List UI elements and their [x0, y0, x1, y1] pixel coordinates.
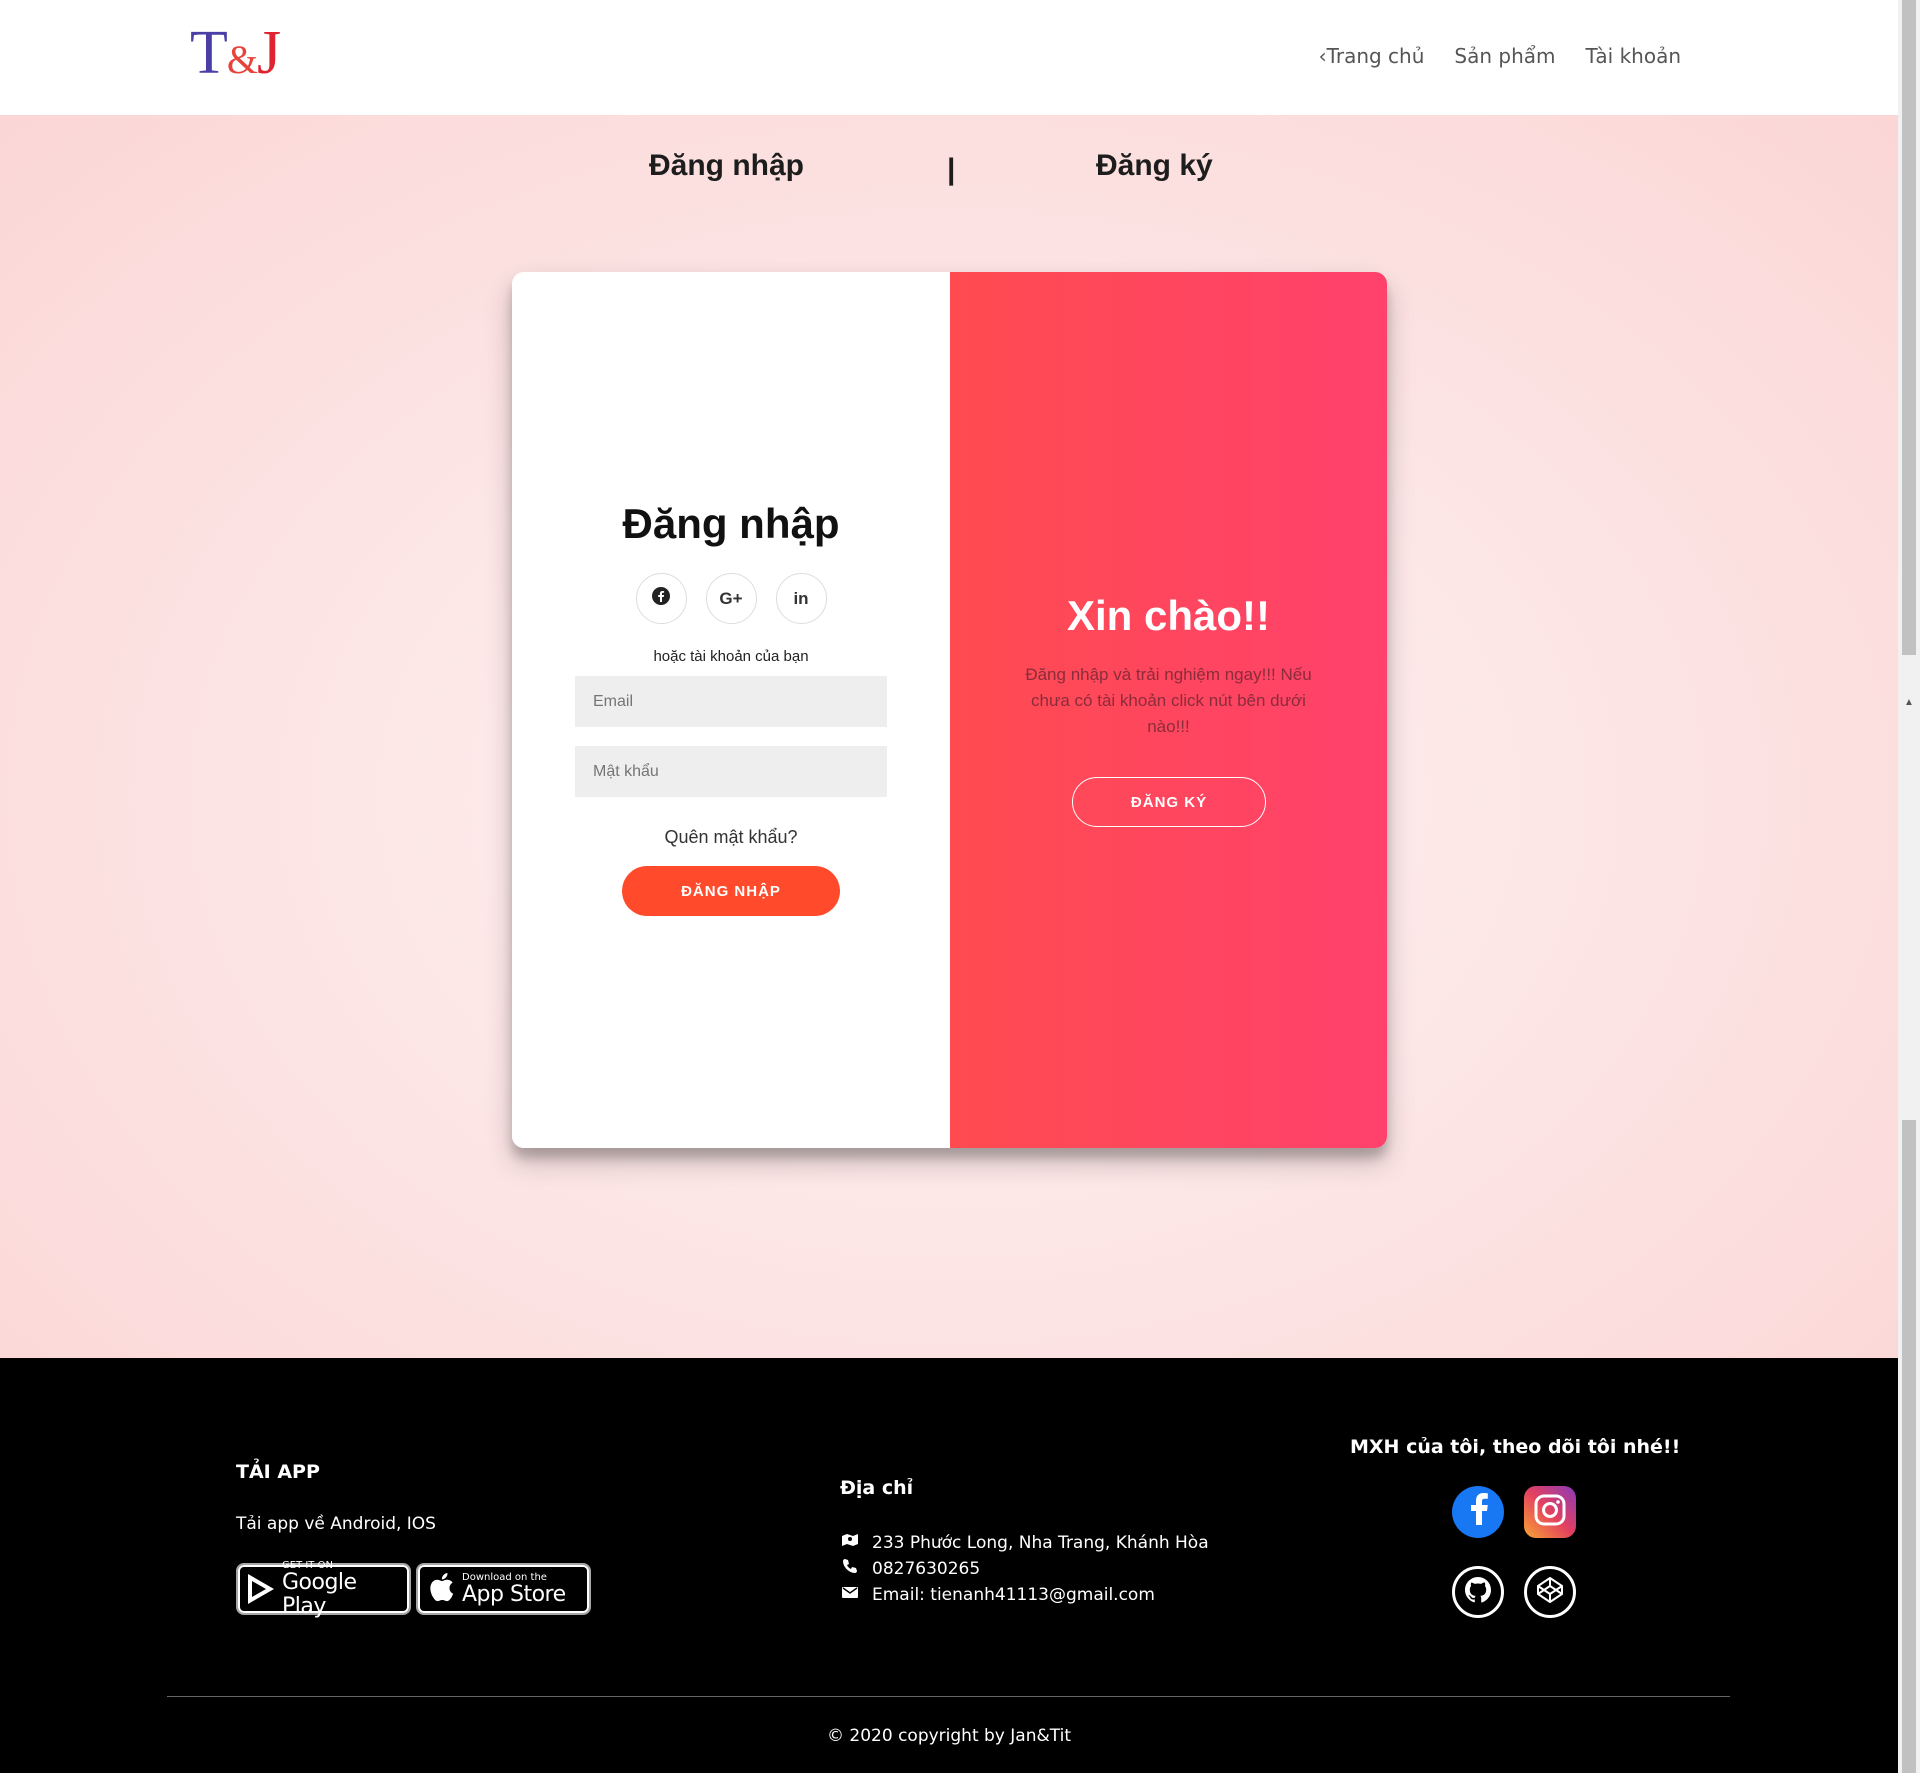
address-row: 233 Phước Long, Nha Trang, Khánh Hòa — [840, 1530, 1209, 1556]
address-text: 233 Phước Long, Nha Trang, Khánh Hòa — [872, 1533, 1209, 1553]
github-link[interactable] — [1452, 1566, 1504, 1618]
app-store-big-text: App Store — [462, 1581, 566, 1607]
or-account-text: hoặc tài khoản của bạn — [653, 648, 809, 665]
email-text: Email: tienanh41113@gmail.com — [872, 1585, 1155, 1605]
logo-j: J — [257, 19, 281, 87]
app-store-small-text: Download on the — [462, 1571, 547, 1583]
facebook-login-button[interactable] — [635, 573, 687, 624]
welcome-text: Đăng nhập và trải nghiệm ngay!!! Nếu chư… — [1025, 665, 1312, 736]
apple-icon — [428, 1572, 454, 1606]
register-button[interactable]: ĐĂNG KÝ — [1072, 777, 1266, 827]
google-play-big-text: Google Play — [282, 1569, 357, 1619]
nav-home[interactable]: ‹Trang chủ — [1319, 44, 1425, 68]
login-panel: Đăng nhập G+ in hoặc tài khoản của bạn Q… — [512, 272, 950, 1148]
facebook-link[interactable] — [1452, 1486, 1504, 1538]
copyright-text: © 2020 copyright by Jan&Tit — [827, 1726, 1071, 1746]
scrollbar-thumb[interactable] — [1902, 0, 1916, 655]
google-plus-login-button[interactable]: G+ — [705, 573, 757, 624]
main-nav: ‹Trang chủ Sản phẩm Tài khoản — [1319, 44, 1681, 68]
logo-amp: & — [226, 37, 258, 82]
footer-divider — [167, 1696, 1730, 1697]
google-play-badge[interactable]: GET IT ON Google Play — [236, 1559, 411, 1618]
footer-social-title: MXH của tôi, theo dõi tôi nhé!! — [1350, 1436, 1681, 1458]
linkedin-icon: in — [793, 588, 809, 608]
mail-icon — [840, 1582, 860, 1608]
logo[interactable]: T&J — [190, 18, 281, 95]
site-footer: TẢI APP Tải app về Android, IOS GET IT O… — [0, 1358, 1898, 1773]
auth-card: Đăng nhập G+ in hoặc tài khoản của bạn Q… — [512, 272, 1387, 1148]
facebook-icon — [1463, 1489, 1493, 1535]
nav-products[interactable]: Sản phẩm — [1454, 44, 1555, 68]
nav-account[interactable]: Tài khoản — [1586, 44, 1681, 68]
vertical-scrollbar[interactable]: ▲ — [1898, 0, 1920, 1773]
email-row: Email: tienanh41113@gmail.com — [840, 1582, 1209, 1608]
google-play-icon — [248, 1574, 274, 1604]
site-header: T&J ‹Trang chủ Sản phẩm Tài khoản — [0, 0, 1898, 115]
switch-register-tab[interactable]: Đăng ký — [1096, 149, 1213, 183]
social-login-buttons: G+ in — [512, 573, 950, 624]
footer-app-title: TẢI APP — [236, 1461, 320, 1483]
codepen-icon — [1535, 1575, 1565, 1609]
switch-separator: | — [947, 153, 956, 186]
phone-text: 0827630265 — [872, 1559, 981, 1579]
instagram-link[interactable] — [1524, 1486, 1576, 1538]
github-icon — [1462, 1574, 1494, 1610]
main-content: Đăng nhập | Đăng ký Đăng nhập G+ in hoặc… — [0, 115, 1898, 1358]
footer-app-text: Tải app về Android, IOS — [236, 1514, 436, 1534]
scrollbar-thumb-lower[interactable] — [1902, 1120, 1916, 1773]
login-title: Đăng nhập — [622, 500, 840, 547]
google-play-small-text: GET IT ON — [282, 1559, 333, 1571]
switch-login-tab[interactable]: Đăng nhập — [649, 149, 804, 183]
codepen-link[interactable] — [1524, 1566, 1576, 1618]
forgot-password-link[interactable]: Quên mật khẩu? — [512, 827, 950, 848]
facebook-icon — [652, 587, 670, 610]
linkedin-login-button[interactable]: in — [775, 573, 827, 624]
email-input[interactable] — [575, 676, 887, 727]
password-input[interactable] — [575, 746, 887, 797]
phone-icon — [840, 1556, 860, 1582]
footer-address-title: Địa chỉ — [840, 1477, 914, 1499]
logo-t: T — [190, 19, 228, 87]
app-store-badge[interactable]: Download on the App Store — [416, 1563, 591, 1615]
phone-row: 0827630265 — [840, 1556, 1209, 1582]
instagram-icon — [1533, 1493, 1567, 1531]
welcome-title: Xin chào!! — [1066, 592, 1270, 639]
welcome-panel: Xin chào!! Đăng nhập và trải nghiệm ngay… — [950, 272, 1387, 1148]
google-plus-icon: G+ — [719, 588, 743, 608]
footer-contact-list: 233 Phước Long, Nha Trang, Khánh Hòa 082… — [840, 1530, 1209, 1608]
login-button[interactable]: ĐĂNG NHẬP — [622, 866, 840, 916]
map-icon — [840, 1530, 860, 1556]
auth-switcher: Đăng nhập | Đăng ký — [0, 149, 1898, 209]
scroll-up-arrow-icon[interactable]: ▲ — [1904, 697, 1914, 708]
